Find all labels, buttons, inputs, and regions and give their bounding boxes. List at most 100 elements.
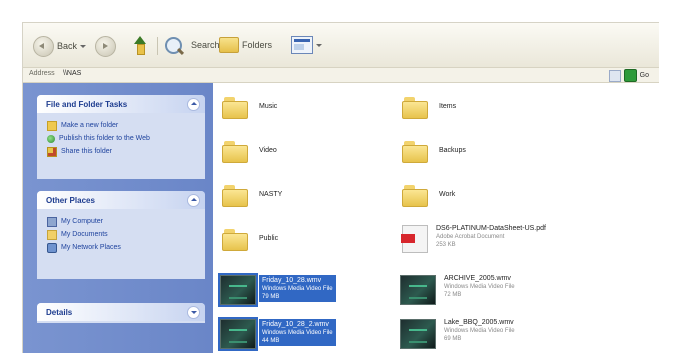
address-dropdown-icon[interactable]	[608, 69, 621, 82]
list-item[interactable]: ARCHIVE_2005.wmv Windows Media Video Fil…	[400, 275, 515, 305]
folder-icon	[222, 141, 248, 163]
forward-arrow-icon	[95, 35, 116, 57]
explorer-window: Back Search Folders Address \\NAS Go Fil…	[22, 22, 659, 353]
task-label: Publish this folder to the Web	[59, 135, 150, 142]
up-folder-button[interactable]	[133, 34, 147, 56]
toolbar: Back Search Folders	[23, 23, 659, 68]
file-size: 72 MB	[444, 292, 462, 298]
panel-title: Other Places	[46, 195, 95, 205]
panel-header[interactable]: Other Places	[37, 191, 205, 209]
panel-header[interactable]: Details	[37, 303, 205, 321]
file-type: Windows Media Video File	[444, 328, 515, 334]
file-type: Windows Media Video File	[262, 286, 333, 292]
file-name: ARCHIVE_2005.wmv	[444, 275, 511, 282]
publish-web-icon	[47, 134, 55, 143]
list-item[interactable]: Items	[402, 93, 456, 119]
folder-icon	[402, 97, 428, 119]
back-button[interactable]: Back	[33, 35, 87, 57]
new-folder-icon	[47, 120, 57, 131]
go-arrow-icon	[623, 69, 637, 82]
folder-icon	[402, 141, 428, 163]
folders-label: Folders	[242, 40, 273, 50]
file-name: Public	[259, 235, 279, 242]
task-publish-web[interactable]: Publish this folder to the Web	[47, 132, 197, 145]
chevron-down-icon[interactable]	[187, 306, 200, 319]
search-button[interactable]: Search	[165, 34, 220, 56]
chevron-up-icon[interactable]	[187, 194, 200, 207]
views-button[interactable]	[291, 34, 322, 56]
share-folder-icon	[47, 146, 57, 157]
views-icon	[291, 36, 313, 54]
address-label: Address	[29, 70, 55, 77]
place-my-network-places[interactable]: My Network Places	[47, 241, 197, 254]
file-type: Adobe Acrobat Document	[436, 234, 505, 240]
task-label: Share this folder	[61, 148, 112, 155]
list-item[interactable]: Friday_10_28_2.wmv Windows Media Video F…	[218, 317, 336, 351]
file-type: Windows Media Video File	[262, 330, 333, 336]
folder-icon	[222, 185, 248, 207]
search-icon	[165, 36, 182, 54]
address-input[interactable]: \\NAS	[63, 70, 81, 77]
computer-icon	[47, 216, 57, 227]
video-thumbnail-icon	[400, 275, 436, 305]
file-size: 69 MB	[444, 336, 462, 342]
network-icon	[47, 242, 57, 253]
file-size: 44 MB	[262, 338, 280, 344]
place-label: My Documents	[61, 231, 108, 238]
address-bar: Address \\NAS Go	[23, 68, 659, 83]
list-item[interactable]: DS6-PLATINUM-DataSheet-US.pdf Adobe Acro…	[401, 225, 546, 253]
folders-button[interactable]: Folders	[219, 34, 272, 56]
pdf-file-icon	[401, 225, 428, 253]
panel-header[interactable]: File and Folder Tasks	[37, 95, 205, 113]
chevron-up-icon[interactable]	[187, 98, 200, 111]
file-size: 253 KB	[436, 242, 456, 248]
list-item[interactable]: Work	[402, 181, 455, 207]
file-type: Windows Media Video File	[444, 284, 515, 290]
task-label: Make a new folder	[61, 122, 119, 129]
list-item[interactable]: Video	[222, 137, 277, 163]
folder-icon	[222, 97, 248, 119]
back-arrow-icon	[33, 35, 54, 57]
chevron-down-icon	[80, 44, 87, 48]
task-pane: File and Folder Tasks Make a new folder …	[23, 83, 213, 353]
back-label: Back	[57, 41, 78, 51]
documents-icon	[47, 229, 57, 240]
search-label: Search	[191, 40, 220, 50]
task-share-folder[interactable]: Share this folder	[47, 145, 197, 158]
file-name: Items	[439, 103, 457, 110]
place-my-computer[interactable]: My Computer	[47, 215, 197, 228]
list-item[interactable]: NASTY	[222, 181, 282, 207]
list-item[interactable]: Music	[222, 93, 277, 119]
file-size: 79 MB	[262, 294, 280, 300]
panel-title: Details	[46, 307, 73, 317]
file-name: Lake_BBQ_2005.wmv	[444, 319, 514, 326]
file-name: Backups	[439, 147, 466, 154]
place-label: My Computer	[61, 218, 104, 225]
video-thumbnail-icon	[400, 319, 436, 349]
file-name: Music	[259, 103, 278, 110]
list-item[interactable]: Lake_BBQ_2005.wmv Windows Media Video Fi…	[400, 319, 515, 349]
folders-icon	[219, 37, 239, 53]
place-label: My Network Places	[61, 244, 121, 251]
file-name: DS6-PLATINUM-DataSheet-US.pdf	[436, 225, 546, 232]
file-name: Friday_10_28.wmv	[262, 277, 322, 284]
list-item[interactable]: Public	[222, 225, 278, 251]
go-label: Go	[639, 72, 649, 79]
file-name: NASTY	[259, 191, 283, 198]
list-item[interactable]: Friday_10_28.wmv Windows Media Video Fil…	[218, 273, 336, 307]
folder-icon	[222, 229, 248, 251]
other-places-panel: Other Places My Computer My Documents My…	[37, 191, 205, 279]
go-button[interactable]: Go	[608, 69, 649, 82]
folder-icon	[402, 185, 428, 207]
file-name: Friday_10_28_2.wmv	[262, 321, 329, 328]
task-new-folder[interactable]: Make a new folder	[47, 119, 197, 132]
forward-button[interactable]	[95, 35, 116, 57]
panel-title: File and Folder Tasks	[46, 99, 128, 109]
up-folder-icon	[133, 36, 147, 55]
place-my-documents[interactable]: My Documents	[47, 228, 197, 241]
toolbar-separator	[157, 37, 158, 55]
list-item[interactable]: Backups	[402, 137, 466, 163]
file-and-folder-tasks-panel: File and Folder Tasks Make a new folder …	[37, 95, 205, 179]
file-name: Video	[259, 147, 277, 154]
chevron-down-icon	[316, 43, 322, 47]
